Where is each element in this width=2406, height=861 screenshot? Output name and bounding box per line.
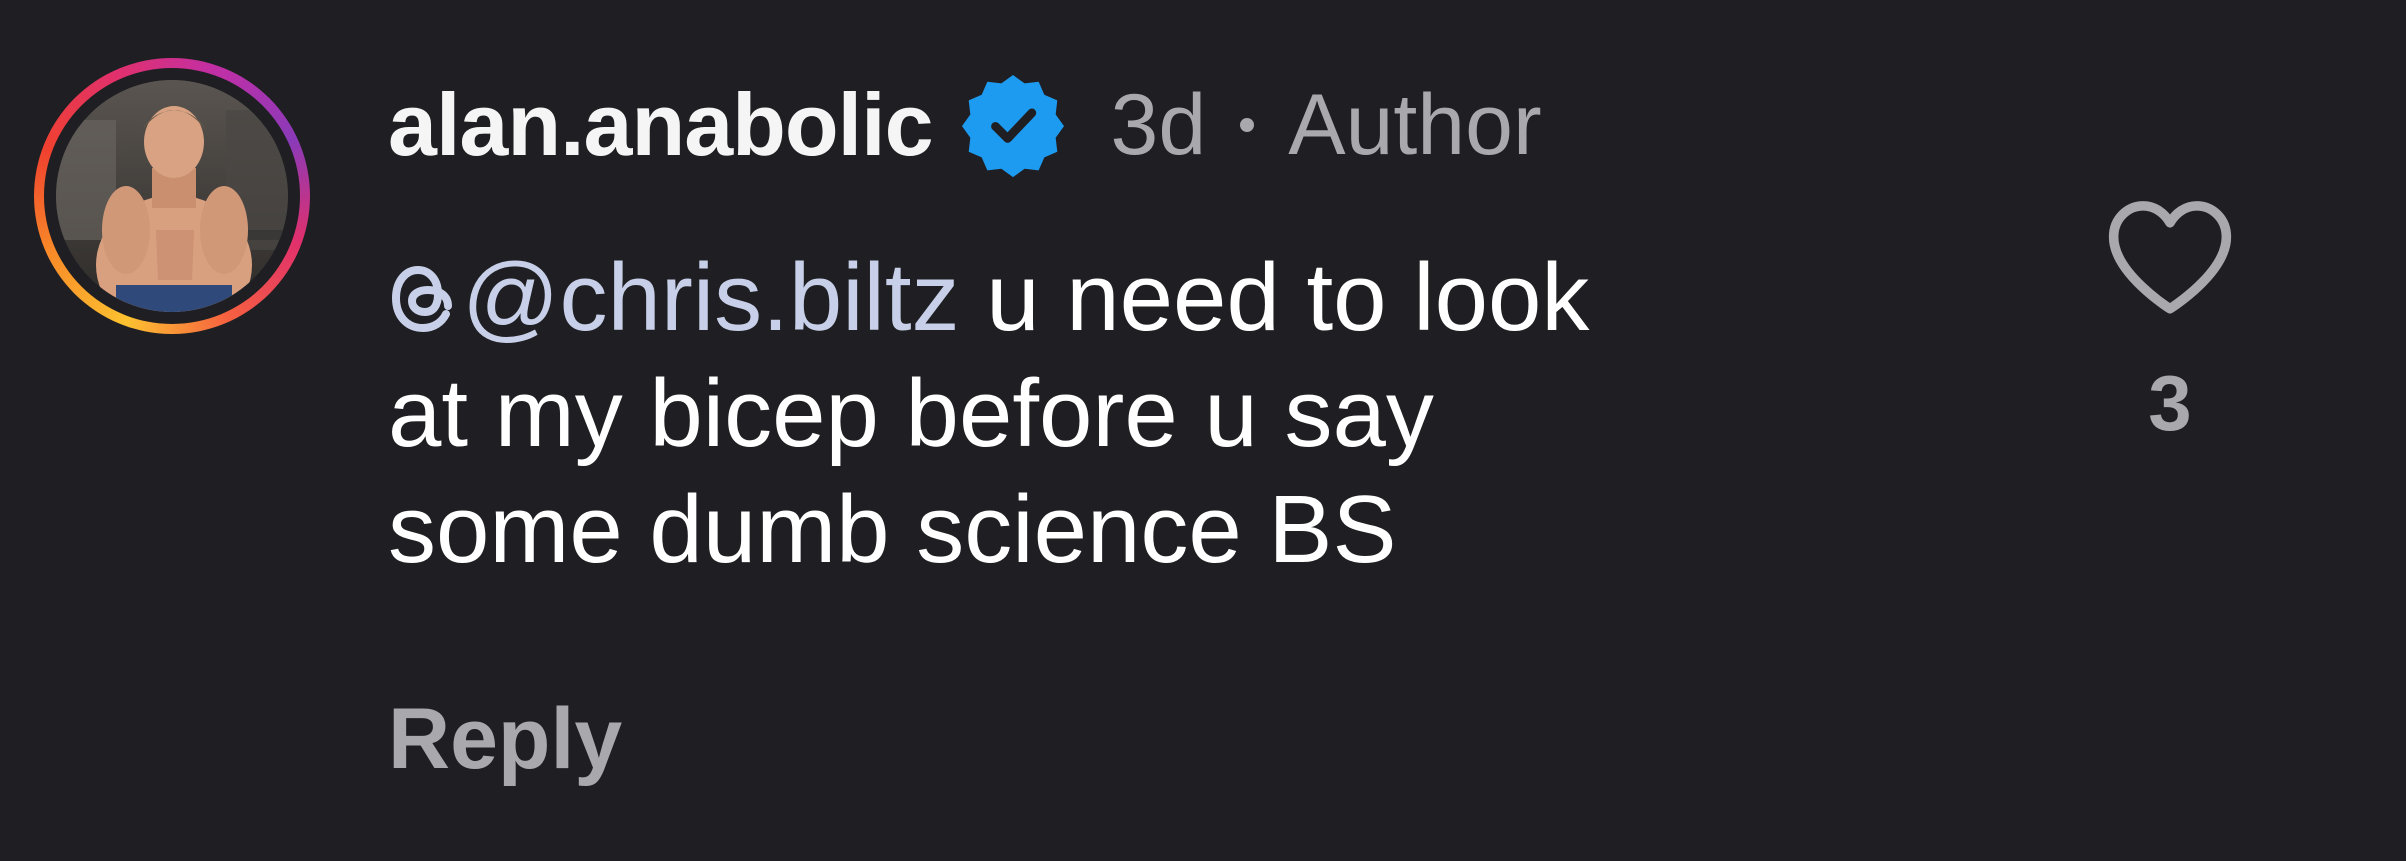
comment-line-1-rest: u need to look	[959, 244, 1590, 351]
timestamp: 3d	[1110, 76, 1207, 173]
heart-outline-icon[interactable]	[2102, 196, 2238, 320]
mention-link[interactable]: @chris.biltz	[388, 244, 960, 351]
comment-line-3: some dumb science BS	[388, 476, 1397, 583]
comment-line-2: at my bicep before u say	[388, 360, 1434, 467]
comment-header: alan.anabolic 3d Author	[388, 70, 1542, 180]
author-label: Author	[1288, 76, 1542, 173]
threads-icon	[388, 248, 458, 333]
separator-dot	[1240, 118, 1255, 132]
avatar[interactable]	[34, 58, 310, 334]
reply-button[interactable]: Reply	[388, 690, 622, 789]
comment-meta: 3d Author	[1111, 76, 1542, 175]
comment-line-1: @chris.biltz u need to look	[388, 240, 1948, 356]
verified-badge-icon	[959, 71, 1067, 179]
like-section: 3	[2100, 196, 2240, 449]
avatar-photo	[56, 80, 288, 312]
like-count: 3	[2148, 359, 2192, 447]
mention-text: @chris.biltz	[462, 244, 960, 351]
username[interactable]: alan.anabolic	[388, 74, 934, 176]
comment-text: @chris.biltz u need to look at my bicep …	[388, 240, 1948, 588]
comment-item: alan.anabolic 3d Author @chris.biltz u n…	[0, 0, 2406, 861]
